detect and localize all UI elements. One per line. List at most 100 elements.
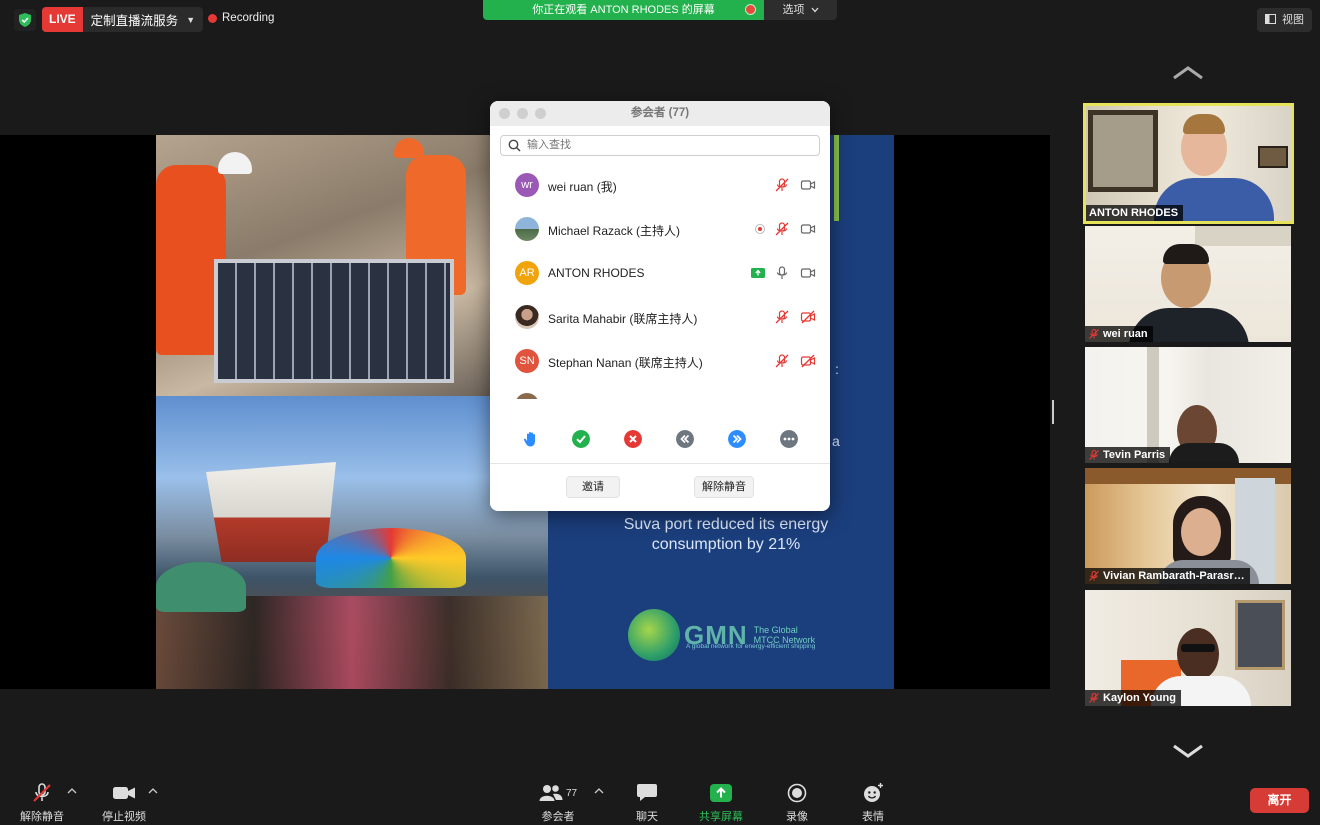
grid-view-icon — [1264, 14, 1276, 24]
scroll-down-icon[interactable] — [1172, 744, 1204, 758]
participant-name: wei ruan (我) — [548, 180, 617, 194]
close-window-button[interactable] — [499, 108, 510, 119]
share-screen-icon — [697, 782, 745, 804]
chat-bubble-icon — [630, 782, 664, 804]
participant-row[interactable]: SN Stephan Nanan (联席主持人) — [490, 339, 830, 383]
leave-button[interactable]: 离开 — [1250, 788, 1309, 813]
participants-titlebar[interactable]: 参会者 (77) — [490, 101, 830, 126]
mic-muted-icon[interactable] — [774, 309, 790, 325]
video-camera-icon[interactable] — [800, 177, 816, 193]
umbrella — [316, 528, 466, 588]
participant-name: Michael Razack (主持人) — [548, 224, 681, 238]
go-slower-icon[interactable] — [676, 430, 694, 448]
calligraphy-scroll — [1195, 226, 1291, 246]
video-tile[interactable]: wei ruan — [1085, 226, 1291, 342]
chevron-up-icon[interactable] — [67, 787, 77, 795]
participants-label: 参会者 — [541, 811, 575, 823]
mic-muted-icon — [1089, 449, 1099, 460]
participant-row[interactable]: wr wei ruan (我) — [490, 163, 830, 207]
chevron-up-icon[interactable] — [148, 787, 158, 795]
recording-dot-icon — [755, 224, 765, 234]
video-tile[interactable]: ANTON RHODES — [1083, 103, 1294, 224]
mic-muted-icon[interactable] — [774, 221, 790, 237]
zoom-meeting-window: LIVE 定制直播流服务 ▼ Recording 你正在观看 ANTON RHO… — [0, 0, 1320, 825]
slide-partial-text: : — [835, 361, 839, 377]
raise-hand-icon[interactable] — [522, 430, 540, 448]
view-button[interactable]: 视图 — [1257, 8, 1312, 32]
zoom-window-button[interactable] — [535, 108, 546, 119]
person-hair — [1163, 244, 1209, 264]
video-camera-icon[interactable] — [800, 221, 816, 237]
logo-line: The Global — [753, 625, 798, 635]
record-button[interactable]: 录像 — [782, 782, 812, 824]
view-options-button[interactable]: 选项 — [764, 0, 837, 20]
video-tile[interactable]: Kaylon Young — [1085, 590, 1291, 706]
participant-name: ANTON RHODES — [1089, 207, 1179, 219]
participants-button[interactable]: 77 参会者 — [538, 782, 578, 824]
record-dot-icon — [208, 13, 217, 23]
video-tile[interactable]: Tevin Parris — [1085, 347, 1291, 463]
participants-title: 参会者 (77) — [630, 107, 690, 119]
video-name-label: Kaylon Young — [1085, 690, 1181, 706]
minimize-window-button[interactable] — [517, 108, 528, 119]
video-off-icon[interactable] — [800, 353, 816, 369]
resize-handle[interactable] — [1052, 400, 1054, 424]
glasses — [1181, 644, 1215, 652]
reactions-button[interactable]: 表情 — [858, 782, 888, 824]
participant-row[interactable] — [490, 383, 830, 399]
security-shield-icon[interactable] — [14, 9, 36, 31]
video-camera-icon[interactable] — [800, 265, 816, 281]
avatar — [515, 217, 539, 241]
recording-indicator[interactable]: Recording — [208, 12, 274, 24]
unmute-me-button[interactable]: 解除静音 — [694, 476, 754, 498]
video-name-label: Tevin Parris — [1085, 447, 1171, 463]
scroll-up-icon[interactable] — [1172, 66, 1204, 80]
unmute-button[interactable]: 解除静音 — [18, 782, 66, 824]
share-screen-label: 共享屏幕 — [699, 811, 743, 823]
accent-strip — [834, 135, 839, 221]
chevron-down-icon — [811, 7, 819, 13]
participant-row[interactable]: Sarita Mahabir (联席主持人) — [490, 295, 830, 339]
gmn-logo: GMN The Global MTCC Network — [628, 609, 815, 661]
mic-muted-icon[interactable] — [774, 177, 790, 193]
reaction-bar — [490, 428, 830, 452]
participant-name: ANTON RHODES — [548, 266, 645, 280]
mic-icon[interactable] — [774, 265, 790, 281]
no-cross-icon[interactable] — [624, 430, 642, 448]
mic-muted-icon[interactable] — [774, 353, 790, 369]
person-face-front — [1181, 508, 1221, 556]
share-screen-icon — [751, 268, 765, 278]
participants-count: 77 — [565, 787, 578, 799]
chat-label: 聊天 — [636, 811, 658, 823]
status-dot-icon — [745, 4, 756, 15]
video-tile[interactable]: Vivian Rambarath-Parasr… — [1085, 468, 1291, 584]
live-stream-control[interactable]: LIVE 定制直播流服务 ▼ — [42, 7, 204, 32]
chat-button[interactable]: 聊天 — [630, 782, 664, 824]
globe-icon — [628, 609, 680, 661]
logo-subtitle: The Global MTCC Network — [754, 625, 816, 645]
avatar: wr — [515, 173, 539, 197]
share-screen-button[interactable]: 共享屏幕 — [697, 782, 745, 824]
chevron-up-icon[interactable] — [594, 787, 604, 795]
hardhat — [218, 152, 252, 174]
video-off-icon[interactable] — [800, 309, 816, 325]
chevron-down-icon[interactable]: ▼ — [184, 15, 203, 25]
slide-partial-text: a — [832, 433, 840, 449]
person-hair — [1183, 114, 1225, 134]
ship — [206, 462, 336, 562]
options-label: 选项 — [782, 4, 805, 16]
participant-row[interactable]: AR ANTON RHODES — [490, 251, 830, 295]
video-name-label: Vivian Rambarath-Parasr… — [1085, 568, 1250, 584]
avatar — [515, 305, 539, 329]
more-icon[interactable] — [780, 430, 798, 448]
invite-button[interactable]: 邀请 — [566, 476, 620, 498]
participant-search-input[interactable]: 输入查找 — [500, 135, 820, 156]
mirror-frame — [1088, 110, 1158, 192]
stop-video-button[interactable]: 停止视频 — [99, 782, 149, 824]
go-faster-icon[interactable] — [728, 430, 746, 448]
record-label: 录像 — [786, 811, 808, 823]
search-placeholder: 输入查找 — [527, 139, 571, 151]
yes-check-icon[interactable] — [572, 430, 590, 448]
participant-row[interactable]: Michael Razack (主持人) — [490, 207, 830, 251]
mic-muted-icon — [1089, 328, 1099, 339]
